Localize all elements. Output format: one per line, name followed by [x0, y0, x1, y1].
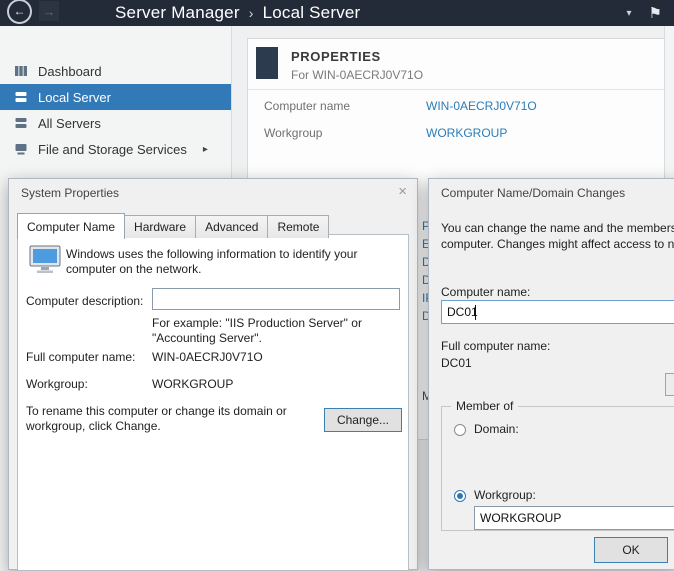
- sidebar-item-label: Local Server: [38, 90, 111, 105]
- sidebar-item-all-servers[interactable]: All Servers: [0, 110, 231, 136]
- property-value-computer-name[interactable]: WIN-0AECRJ0V71O: [426, 99, 537, 113]
- dialog-title: System Properties: [21, 186, 119, 200]
- workgroup-input[interactable]: [474, 506, 674, 530]
- chevron-right-icon[interactable]: ▸: [203, 144, 208, 155]
- computer-name-label: Computer name:: [441, 285, 530, 299]
- sidebar-item-dashboard[interactable]: Dashboard: [0, 58, 231, 84]
- rename-hint-line1: To rename this computer or change its do…: [26, 404, 287, 418]
- example-text-line2: "Accounting Server".: [152, 331, 262, 345]
- property-label-computer-name: Computer name: [264, 99, 350, 113]
- workgroup-radio-label: Workgroup:: [474, 488, 536, 502]
- server-manager-window: { "colors": { "topbar_bg": "#232a38", "s…: [0, 0, 674, 570]
- properties-card-header: PROPERTIES For WIN-0AECRJ0V71O: [248, 39, 665, 90]
- breadcrumb-app-title[interactable]: Server Manager: [115, 3, 240, 23]
- page-title: Local Server: [263, 3, 361, 23]
- property-label-workgroup: Workgroup: [264, 126, 322, 140]
- workgroup-value: WORKGROUP: [152, 377, 233, 391]
- full-computer-name-value: DC01: [441, 356, 472, 370]
- server-tile-icon: [256, 47, 278, 79]
- breadcrumb-separator-icon: ›: [249, 5, 254, 21]
- topbar: ← → Server Manager › Local Server ▾ ⚑: [0, 0, 674, 26]
- breadcrumb: Server Manager › Local Server: [115, 3, 360, 23]
- tab-remote[interactable]: Remote: [267, 215, 329, 238]
- member-of-label: Member of: [451, 399, 518, 413]
- change-info-line2: computer. Changes might affect access to…: [441, 237, 674, 251]
- back-button[interactable]: ←: [7, 0, 32, 24]
- server-icon: [14, 90, 28, 104]
- computer-monitor-icon: [28, 245, 62, 280]
- identify-info-text: Windows uses the following information t…: [66, 247, 402, 277]
- properties-subtitle: For WIN-0AECRJ0V71O: [291, 68, 423, 82]
- tab-strip: Computer Name Hardware Advanced Remote: [17, 213, 328, 238]
- computer-name-tab-panel: Windows uses the following information t…: [17, 234, 409, 571]
- full-computer-name-label: Full computer name:: [26, 350, 135, 364]
- example-text-line1: For example: "IIS Production Server" or: [152, 316, 362, 330]
- servers-icon: [14, 116, 28, 130]
- text-cursor: [475, 305, 476, 320]
- rename-hint-line2: workgroup, click Change.: [26, 419, 161, 433]
- property-value-workgroup[interactable]: WORKGROUP: [426, 126, 507, 140]
- change-info-line1: You can change the name and the membersh…: [441, 221, 674, 235]
- system-properties-dialog: System Properties × Computer Name Hardwa…: [8, 178, 418, 570]
- chevron-down-icon[interactable]: ▾: [627, 8, 632, 19]
- tab-hardware[interactable]: Hardware: [124, 215, 196, 238]
- computer-description-input[interactable]: [152, 288, 400, 310]
- tab-advanced[interactable]: Advanced: [195, 215, 268, 238]
- computer-description-label: Computer description:: [26, 294, 143, 308]
- topbar-actions: ▾ ⚑: [627, 4, 674, 22]
- tab-computer-name[interactable]: Computer Name: [17, 213, 125, 239]
- close-icon[interactable]: ×: [398, 183, 407, 200]
- domain-radio[interactable]: [454, 424, 466, 436]
- dialog-title: Computer Name/Domain Changes: [441, 186, 625, 200]
- ok-button[interactable]: OK: [594, 537, 668, 563]
- forward-icon: →: [43, 4, 56, 19]
- dashboard-icon: [14, 64, 28, 78]
- workgroup-radio[interactable]: [454, 490, 466, 502]
- forward-button[interactable]: →: [39, 1, 59, 21]
- sidebar-item-file-storage-services[interactable]: File and Storage Services ▸: [0, 136, 231, 162]
- properties-title: PROPERTIES: [291, 49, 423, 64]
- more-button-clipped[interactable]: [665, 373, 674, 396]
- storage-icon: [14, 142, 28, 156]
- sidebar-item-local-server[interactable]: Local Server: [0, 84, 231, 110]
- full-computer-name-label: Full computer name:: [441, 339, 550, 353]
- computer-name-domain-changes-dialog: Computer Name/Domain Changes You can cha…: [428, 178, 674, 570]
- sidebar-item-label: Dashboard: [38, 64, 102, 79]
- domain-radio-label: Domain:: [474, 422, 519, 436]
- workgroup-label: Workgroup:: [26, 377, 88, 391]
- full-computer-name-value: WIN-0AECRJ0V71O: [152, 350, 263, 364]
- sidebar-item-label: File and Storage Services: [38, 142, 187, 157]
- notification-flag-icon[interactable]: ⚑: [649, 4, 662, 22]
- sidebar-item-label: All Servers: [38, 116, 101, 131]
- back-icon: ←: [14, 5, 26, 17]
- change-button[interactable]: Change...: [324, 408, 402, 432]
- member-of-groupbox: Member of Domain: Workgroup:: [441, 406, 674, 531]
